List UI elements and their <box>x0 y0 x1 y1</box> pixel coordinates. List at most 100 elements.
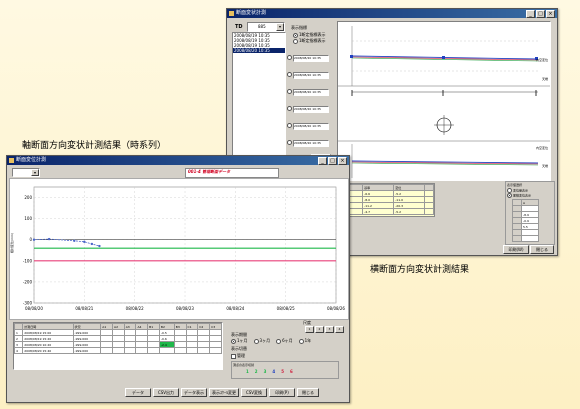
radio-icon <box>253 338 259 344</box>
front-table: 計測日時 状況 A1 A2 A3 A4 B1 B2 B3 C1 C2 C3 1 2008/08/19 15… <box>13 323 222 354</box>
data-point <box>32 238 36 241</box>
window-controls: _ □ × <box>318 157 347 165</box>
chevron-down-icon[interactable]: ▾ <box>31 169 39 176</box>
checkbox-icon <box>231 353 236 359</box>
table-row[interactable]: 4 2008/08/20 15:40 -999.000 <box>13 347 222 354</box>
table-cell: 2008/08/20 15:40 <box>22 347 74 354</box>
print-button[interactable]: 印刷(W) <box>503 245 529 254</box>
table-row[interactable]: A4 -4.7 -5.2 <box>341 208 434 215</box>
radio-icon <box>293 32 298 38</box>
minimize-icon[interactable]: _ <box>526 10 535 18</box>
close-icon[interactable]: × <box>546 10 555 18</box>
display-radio-2[interactable]: 1断定指標表示 <box>293 38 326 44</box>
date-slot[interactable]: 2008/08/20 10:35 <box>287 72 329 79</box>
radio-icon <box>287 123 292 128</box>
date-slot[interactable]: 2008/08/20 10:35 <box>287 106 329 113</box>
table-cell <box>173 347 187 354</box>
radio-icon <box>507 193 512 198</box>
series-toggle[interactable]: 2 <box>255 369 258 374</box>
period-options: 1ヶ月 3ヶ月 6ヶ月 1年 <box>231 338 311 344</box>
date-slot-field[interactable]: 2008/08/20 10:35 <box>293 140 329 147</box>
zoom-button[interactable]: 2 <box>315 326 324 333</box>
date-slot-field[interactable]: 2008/08/20 10:35 <box>293 72 329 79</box>
scale-change-button[interactable]: 表示ｽｹｰﾙ変更 <box>209 388 239 397</box>
chart-side-label: 内空変位 <box>535 146 548 150</box>
list-item-selected[interactable]: 2008/08/20 10:35 <box>233 48 285 53</box>
date-slot-field[interactable]: 2008/08/20 10:35 <box>293 106 329 113</box>
period-option[interactable]: 1ヶ月 <box>231 338 248 344</box>
td-label: TD <box>235 24 243 30</box>
data-point <box>47 237 51 241</box>
x-tick-label: 08/08/25 <box>277 306 295 311</box>
radio-label: 1断定指標表示 <box>299 38 326 43</box>
zoom-button[interactable]: 3 <box>325 326 334 333</box>
axial-chart: 200 100 0 -100 -200 -300 08/08/20 08/08/21 08/08… <box>9 178 349 320</box>
option-label: 表示切替 <box>231 346 247 351</box>
date-slot[interactable]: 2008/08/20 10:35 <box>287 55 329 62</box>
radio-option[interactable]: 累積変位表示 <box>506 193 554 198</box>
zoom-button[interactable]: 4 <box>335 326 344 333</box>
y-tick-label: 200 <box>24 195 32 200</box>
data-point <box>98 244 101 248</box>
app-icon <box>9 158 14 163</box>
zoom-button[interactable]: 1 <box>305 326 314 333</box>
transverse-chart-svg <box>338 22 550 180</box>
date-slot-field[interactable]: 2008/08/20 10:35 <box>293 89 329 96</box>
manage-checkbox[interactable]: 管理 <box>231 353 245 359</box>
period-option[interactable]: 1年 <box>298 338 311 344</box>
series-toggle-group: 測点の表示切替 1 2 3 4 5 6 <box>231 361 339 379</box>
data-display-button[interactable]: データ表示 <box>181 388 207 397</box>
chart-title-box: 001-4 管理断面データ <box>185 168 279 178</box>
front-combo[interactable]: ▾ <box>12 168 40 177</box>
table-cell <box>185 347 199 354</box>
front-window-title: 断面変位計測 <box>16 157 47 163</box>
series-toggle[interactable]: 4 <box>272 369 275 374</box>
td-select[interactable]: 885 ▾ <box>247 22 285 32</box>
display-group-title: 表示指標 <box>291 25 307 30</box>
close-button[interactable]: 閉じる <box>297 388 319 397</box>
maximize-icon[interactable]: □ <box>328 157 337 165</box>
minimize-icon[interactable]: _ <box>318 157 327 165</box>
maximize-icon[interactable]: □ <box>536 10 545 18</box>
date-list[interactable]: 2008/08/19 10:35 2008/08/19 10:35 2008/0… <box>232 32 286 174</box>
zoom-buttons: 1 2 3 4 <box>305 326 344 333</box>
date-slot-field[interactable]: 2008/08/20 10:35 <box>293 123 329 130</box>
period-option[interactable]: 6ヶ月 <box>276 338 293 344</box>
table-cell: -999.000 <box>72 347 102 354</box>
axial-chart-svg: 200 100 0 -100 -200 -30008/08/20 08/08/21 08/08… <box>23 186 345 311</box>
table-cell <box>123 347 137 354</box>
print-button[interactable]: 印刷(P) <box>269 388 295 397</box>
chevron-down-icon[interactable]: ▾ <box>276 23 284 31</box>
radio-icon <box>293 38 298 44</box>
series-toggle[interactable]: 3 <box>264 369 267 374</box>
close-button[interactable]: 閉じる <box>530 245 554 254</box>
period-option[interactable]: 3ヶ月 <box>253 338 271 344</box>
csv-output-button[interactable]: CSV出力 <box>153 388 179 397</box>
series-toggle[interactable]: 6 <box>290 369 293 374</box>
period-option-label: 3ヶ月 <box>259 338 271 343</box>
csv-convert-button[interactable]: CSV変換 <box>241 388 267 397</box>
date-slot[interactable]: 2008/08/20 10:35 <box>287 123 329 130</box>
data-button[interactable]: データ <box>125 388 151 397</box>
series-toggle-label: 測点の表示切替 <box>233 363 255 367</box>
radio-icon <box>287 89 292 94</box>
radio-label: 累積変位表示 <box>513 193 532 198</box>
series-toggle[interactable]: 1 <box>246 369 249 374</box>
x-tick-label: 08/08/21 <box>75 306 93 311</box>
period-option-label: 6ヶ月 <box>282 338 293 343</box>
table-cell <box>135 347 149 354</box>
table-row <box>512 235 539 242</box>
y-tick-label: -300 <box>23 301 33 306</box>
table-cell: 4 <box>13 347 24 354</box>
date-slot-field[interactable]: 2008/08/20 10:35 <box>293 55 329 62</box>
date-slot[interactable]: 2008/08/20 10:35 <box>287 89 329 96</box>
table-cell <box>100 347 114 354</box>
date-slot[interactable]: 2008/08/20 10:35 <box>287 140 329 147</box>
x-tick-label: 08/08/24 <box>226 306 244 311</box>
close-icon[interactable]: × <box>338 157 347 165</box>
radio-icon <box>231 338 236 344</box>
series-toggle[interactable]: 5 <box>281 369 284 374</box>
row-head <box>512 235 522 242</box>
chart-side-label: 天端 <box>541 77 548 81</box>
data-point <box>73 239 76 242</box>
